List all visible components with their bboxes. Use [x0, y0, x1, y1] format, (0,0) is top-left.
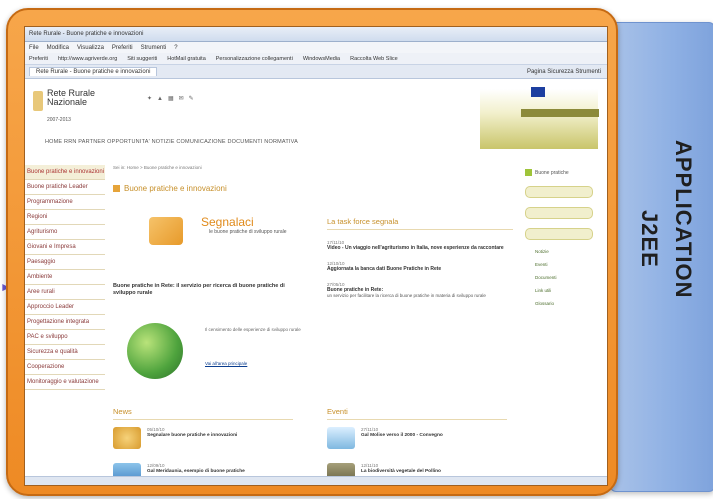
side-label-line1: APPLICATION	[671, 140, 696, 299]
right-column: Buone pratiche Notizie Eventi Documenti …	[525, 169, 603, 314]
checkmark-icon	[149, 217, 183, 245]
list-item[interactable]: 12/10/10 Aggiornata la banca dati Buone …	[327, 261, 513, 272]
fav-2[interactable]: Siti suggeriti	[127, 56, 157, 62]
segnalaci-banner[interactable]: Segnalaci le buone pratiche di sviluppo …	[149, 215, 299, 275]
event-date: 12/11/10	[361, 463, 379, 468]
header-icons: ✦ ▲ ▦ ✉ ✎	[147, 96, 194, 102]
left-nav-item[interactable]: Regioni	[25, 210, 105, 225]
fav-4[interactable]: Personalizzazione collegamenti	[216, 56, 293, 62]
task-force-title: La task force segnala	[327, 217, 513, 230]
browser-titlebar: Rete Rurale - Buone pratiche e innovazio…	[25, 27, 607, 42]
task-body: un servizio per facilitare la ricerca di…	[327, 293, 486, 298]
left-nav-item[interactable]: Programmazione	[25, 195, 105, 210]
section-icon	[113, 185, 120, 192]
menu-visualizza[interactable]: Visualizza	[77, 45, 104, 51]
news-thumbnail	[113, 427, 141, 449]
page-title-text: Buone pratiche e innovazioni	[124, 184, 227, 193]
right-pill[interactable]	[525, 228, 593, 240]
left-nav-item[interactable]: PAC e sviluppo	[25, 330, 105, 345]
fav-1[interactable]: http://www.agriverde.org	[58, 56, 117, 62]
breadcrumb[interactable]: Sei in: Home > Buone pratiche e innovazi…	[113, 165, 513, 170]
events-title: Eventi	[327, 407, 507, 420]
event-thumbnail	[327, 427, 355, 449]
browser-title: Rete Rurale - Buone pratiche e innovazio…	[29, 31, 144, 37]
left-nav-item[interactable]: Ambiente	[25, 270, 105, 285]
menu-help[interactable]: ?	[174, 45, 177, 51]
menu-modifica[interactable]: Modifica	[47, 45, 69, 51]
search-input[interactable]	[521, 109, 599, 117]
fav-6[interactable]: Raccolta Web Slice	[350, 56, 398, 62]
globe-icon	[127, 323, 183, 379]
left-nav-item[interactable]: Giovani e Impresa	[25, 240, 105, 255]
site-header: Rete Rurale Nazionale 2007-2013 ✦ ▲ ▦ ✉ …	[25, 79, 607, 155]
globe-link[interactable]: Vai all'area principale	[205, 361, 305, 367]
left-nav-item[interactable]: Paesaggio	[25, 255, 105, 270]
news-title: News	[113, 407, 293, 420]
left-nav-item[interactable]: Aree rurali	[25, 285, 105, 300]
segnalaci-subtitle: le buone pratiche di sviluppo rurale	[209, 229, 287, 235]
right-item-icon	[525, 169, 532, 176]
task-head: Aggiornata la banca dati Buone Pratiche …	[327, 266, 442, 272]
right-pill[interactable]	[525, 207, 593, 219]
side-label-line2: J2EE	[637, 210, 662, 268]
main-nav[interactable]: HOME RRN PARTNER OPPORTUNITA' NOTIZIE CO…	[45, 139, 298, 145]
fav-5[interactable]: WindowsMedia	[303, 56, 340, 62]
event-date: 27/11/10	[361, 427, 379, 432]
news-head: Gal Meridaunia, esempio di buone pratich…	[147, 469, 245, 474]
menu-preferiti[interactable]: Preferiti	[112, 45, 133, 51]
right-item[interactable]: Buone pratiche	[525, 169, 603, 176]
browser-menubar: File Modifica Visualizza Preferiti Strum…	[25, 42, 607, 53]
right-link[interactable]: Link utili	[535, 288, 603, 293]
left-nav-item[interactable]: Sicurezza e qualità	[25, 345, 105, 360]
task-head: Video - Un viaggio nell'agriturismo in I…	[327, 245, 504, 251]
menu-strumenti[interactable]: Strumenti	[141, 45, 167, 51]
news-head: Segnalare buone pratiche e innovazioni	[147, 433, 238, 438]
header-banner	[480, 89, 598, 149]
tab-bar: Rete Rurale - Buone pratiche e innovazio…	[25, 65, 607, 79]
news-date: 05/10/10	[147, 427, 165, 432]
tab-active[interactable]: Rete Rurale - Buone pratiche e innovazio…	[29, 67, 158, 76]
logo-line2: Nazionale	[47, 97, 88, 107]
eu-flag-icon	[531, 87, 545, 97]
browser-toolbar[interactable]: Pagina Sicurezza Strumenti	[527, 69, 601, 75]
list-item[interactable]: 17/11/10 Video - Un viaggio nell'agritur…	[327, 240, 513, 251]
right-link[interactable]: Notizie	[535, 249, 603, 254]
left-nav-item[interactable]: Cooperazione	[25, 360, 105, 375]
logo-icon	[33, 91, 43, 111]
menu-file[interactable]: File	[29, 45, 39, 51]
segnalaci-title: Segnalaci	[201, 215, 254, 229]
favorites-bar: Preferiti http://www.agriverde.org Siti …	[25, 53, 607, 65]
left-nav-item[interactable]: Progettazione integrata	[25, 315, 105, 330]
event-head: Gal Molise verso il 2000 - Convegno	[361, 433, 443, 438]
event-head: La biodiversità vegetale del Pollino	[361, 469, 441, 474]
main-content: Sei in: Home > Buone pratiche e innovazi…	[113, 165, 513, 485]
logo-years: 2007-2013	[47, 117, 71, 123]
left-nav-item[interactable]: Buone pratiche e innovazioni	[25, 165, 105, 180]
banner-text: Buone pratiche in Rete: il servizio per …	[113, 283, 285, 296]
page-title: Buone pratiche e innovazioni	[113, 184, 513, 193]
list-item[interactable]: 27/11/10 Gal Molise verso il 2000 - Conv…	[327, 427, 507, 455]
left-nav-item[interactable]: Buone pratiche Leader	[25, 180, 105, 195]
news-date: 12/09/10	[147, 463, 165, 468]
right-link[interactable]: Documenti	[535, 275, 603, 280]
status-bar	[25, 476, 607, 485]
right-link[interactable]: Eventi	[535, 262, 603, 267]
browser-window: Rete Rurale - Buone pratiche e innovazio…	[24, 26, 608, 486]
globe-text: Il censimento delle esperienze di svilup…	[205, 327, 301, 332]
right-item-label: Buone pratiche	[535, 169, 569, 176]
left-nav: Buone pratiche e innovazioni Buone prati…	[25, 165, 105, 390]
list-item[interactable]: 27/05/10 Buone pratiche in Rete: un serv…	[327, 282, 513, 299]
screenshot-frame: Rete Rurale - Buone pratiche e innovazio…	[6, 8, 618, 496]
list-item[interactable]: 05/10/10 Segnalare buone pratiche e inno…	[113, 427, 293, 455]
right-link[interactable]: Glossario	[535, 301, 603, 306]
right-pill[interactable]	[525, 186, 593, 198]
left-nav-item[interactable]: Monitoraggio e valutazione	[25, 375, 105, 390]
fav-0[interactable]: Preferiti	[29, 56, 48, 62]
fav-3[interactable]: HotMail gratuita	[167, 56, 206, 62]
logo-text[interactable]: Rete Rurale Nazionale	[47, 89, 95, 107]
side-label: APPLICATION J2EE	[636, 140, 696, 370]
left-nav-item[interactable]: Agriturismo	[25, 225, 105, 240]
left-nav-item[interactable]: Approccio Leader	[25, 300, 105, 315]
task-force-column: La task force segnala 17/11/10 Video - U…	[327, 217, 513, 299]
